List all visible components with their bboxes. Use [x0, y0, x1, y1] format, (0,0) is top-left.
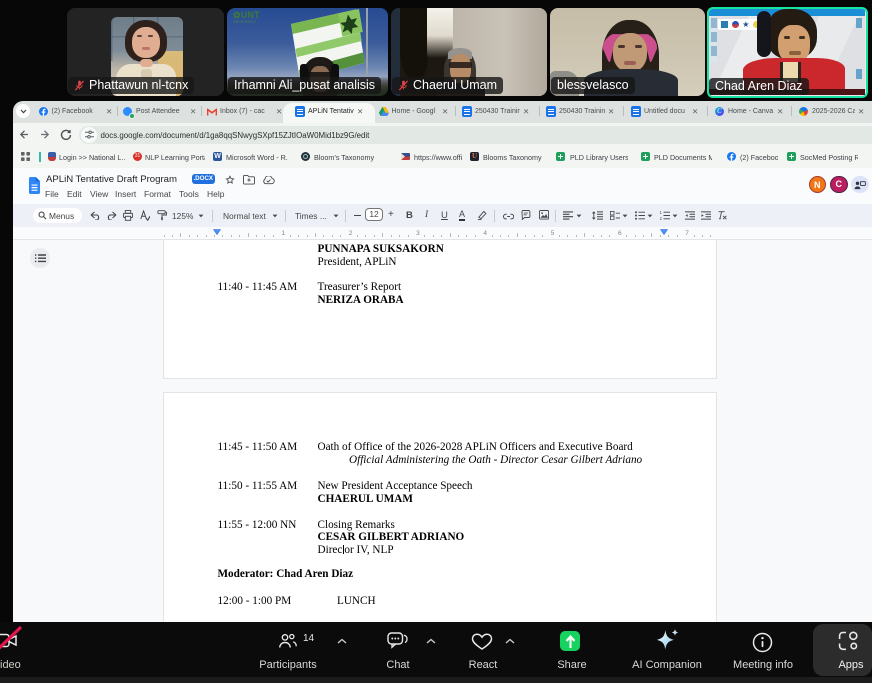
- svg-text:1: 1: [660, 211, 663, 215]
- svg-text:2: 2: [660, 216, 663, 220]
